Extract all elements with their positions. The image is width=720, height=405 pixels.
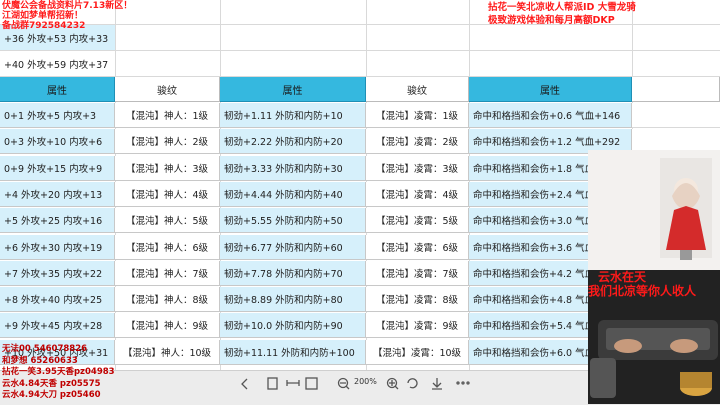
scroll-left-icon [241, 378, 248, 390]
overlay-text: 云水4.84天香 pz05575 [2, 378, 101, 389]
overlay-text: 无法00 546078826 [2, 344, 88, 354]
overlay-mid-right: 云水在天 我们北凉等你人收人 [588, 270, 696, 298]
table-cell-l2[interactable]: 【混沌】凌霄：7级 [366, 261, 469, 286]
table-cell-empty[interactable] [632, 103, 720, 128]
table-cell-l1[interactable]: 【混沌】神人：1级 [115, 103, 220, 128]
table-cell-l2[interactable]: 【混沌】凌霄：8级 [366, 287, 469, 312]
table-cell-a1[interactable]: 韧劲+1.11 外防和内防+10 [220, 103, 366, 128]
page-icon [267, 377, 278, 390]
overlay-text: 和梦想 65260633 [2, 355, 78, 366]
header-pattern-1[interactable]: 骏纹 [115, 77, 220, 102]
table-cell-l2[interactable]: 【混沌】凌霄：4级 [366, 182, 469, 207]
table-cell-l1[interactable]: 【混沌】神人：4级 [115, 182, 220, 207]
table-cell-left[interactable]: +4 外攻+20 内攻+13 [0, 182, 115, 207]
table-cell-left[interactable]: 0+1 外攻+5 内攻+3 [0, 103, 115, 128]
download-icon [432, 378, 442, 390]
table-cell-left[interactable]: +5 外攻+25 内攻+16 [0, 208, 115, 233]
table-cell-a1[interactable]: 韧劲+2.22 外防和内防+20 [220, 129, 366, 154]
table-cell-l1[interactable]: 【混沌】神人：6级 [115, 235, 220, 260]
overlay-text: 我们北凉等你人收人 [588, 284, 697, 298]
header-attr-1[interactable]: 属性 [0, 77, 115, 102]
more-icon [456, 381, 470, 385]
overlay-top-right: 拈花一笑北凉收人帮派ID 大雪龙骑 极致游戏体验和每月高额DKP [488, 1, 636, 27]
rotate-icon [407, 378, 418, 389]
table-cell-l1[interactable]: 【混沌】神人：9级 [115, 313, 220, 338]
overlay-text: 拈花一笑北凉收人帮派ID 大雪龙骑 [488, 2, 636, 13]
table-cell-a1[interactable]: 韧劲+6.77 外防和内防+60 [220, 235, 366, 260]
table-cell-l1[interactable]: 【混沌】神人：2级 [115, 129, 220, 154]
table-cell-l1[interactable]: 【混沌】神人：3级 [115, 156, 220, 181]
header-attr-3[interactable]: 属性 [469, 77, 632, 102]
table-cell-l1[interactable]: 【混沌】神人：10级 [115, 340, 220, 365]
fullscreen-icon [305, 377, 318, 390]
cup-icon [680, 372, 712, 396]
overlay-text: 江湖如梦单帮招新！ [2, 11, 84, 21]
zoom-in-icon [386, 377, 399, 390]
overlay-text: 云水4.94大刀 pz05460 [2, 390, 101, 400]
table-cell-l2[interactable]: 【混沌】凌霄：6级 [366, 235, 469, 260]
header-pattern-2[interactable]: 骏纹 [366, 77, 469, 102]
table-cell-a1[interactable]: 韧劲+8.89 外防和内防+80 [220, 287, 366, 312]
overlay-top-left: 伏魔公会备战资料片7.13新区！ 江湖如梦单帮招新！ 备战群792584232 [2, 1, 132, 31]
table-cell-a1[interactable]: 韧劲+11.11 外防和内防+100 [220, 340, 366, 365]
zoom-out-icon [337, 377, 350, 390]
table-cell-a1[interactable]: 韧劲+4.44 外防和内防+40 [220, 182, 366, 207]
table-cell-left[interactable]: 0+9 外攻+15 内攻+9 [0, 156, 115, 181]
table-cell-l2[interactable]: 【混沌】凌霄：9级 [366, 313, 469, 338]
overlay-text: 伏魔公会备战资料片7.13新区！ [2, 1, 133, 11]
table-cell-l1[interactable]: 【混沌】神人：7级 [115, 261, 220, 286]
table-cell-left[interactable]: +7 外攻+35 内攻+22 [0, 261, 115, 286]
table-cell-a1[interactable]: 韧劲+3.33 外防和内防+30 [220, 156, 366, 181]
table-cell-a1[interactable]: 韧劲+5.55 外防和内防+50 [220, 208, 366, 233]
overlay-text: 拈花一笑3.95天香pz04983 [2, 367, 115, 377]
table-cell-a2[interactable]: 命中和格挡和会伤+0.6 气血+146 [469, 103, 632, 128]
overlay-bottom-left: 无法00 546078826 和梦想 65260633 拈花一笑3.95天香pz… [2, 344, 115, 402]
table-cell-left[interactable]: 0+3 外攻+10 内攻+6 [0, 129, 115, 154]
table-cell-a1[interactable]: 韧劲+7.78 外防和内防+70 [220, 261, 366, 286]
mug-icon [590, 358, 616, 398]
table-cell-l2[interactable]: 【混沌】凌霄：10级 [366, 340, 469, 365]
header-attr-2[interactable]: 属性 [220, 77, 366, 102]
header-empty [632, 77, 720, 102]
table-cell-l2[interactable]: 【混沌】凌霄：5级 [366, 208, 469, 233]
table-cell-l1[interactable]: 【混沌】神人：8级 [115, 287, 220, 312]
table-cell-a1[interactable]: 韧劲+10.0 外防和内防+90 [220, 313, 366, 338]
table-cell-l2[interactable]: 【混沌】凌霄：2级 [366, 129, 469, 154]
table-cell-left[interactable]: +8 外攻+40 内攻+25 [0, 287, 115, 312]
overlay-text: 备战群792584232 [2, 21, 86, 31]
table-cell-l2[interactable]: 【混沌】凌霄：1级 [366, 103, 469, 128]
overlay-text: 云水在天 [598, 270, 647, 284]
fit-width-icon [286, 380, 300, 386]
table-cell-l1[interactable]: 【混沌】神人：5级 [115, 208, 220, 233]
table-cell-left[interactable]: +6 外攻+30 内攻+19 [0, 235, 115, 260]
zoom-level[interactable]: 200% [354, 377, 377, 386]
cell-top-left-2[interactable]: +40 外攻+59 内攻+37 [0, 51, 115, 76]
overlay-text: 极致游戏体验和每月高额DKP [488, 15, 615, 26]
table-cell-left[interactable]: +9 外攻+45 内攻+28 [0, 313, 115, 338]
table-cell-l2[interactable]: 【混沌】凌霄：3级 [366, 156, 469, 181]
